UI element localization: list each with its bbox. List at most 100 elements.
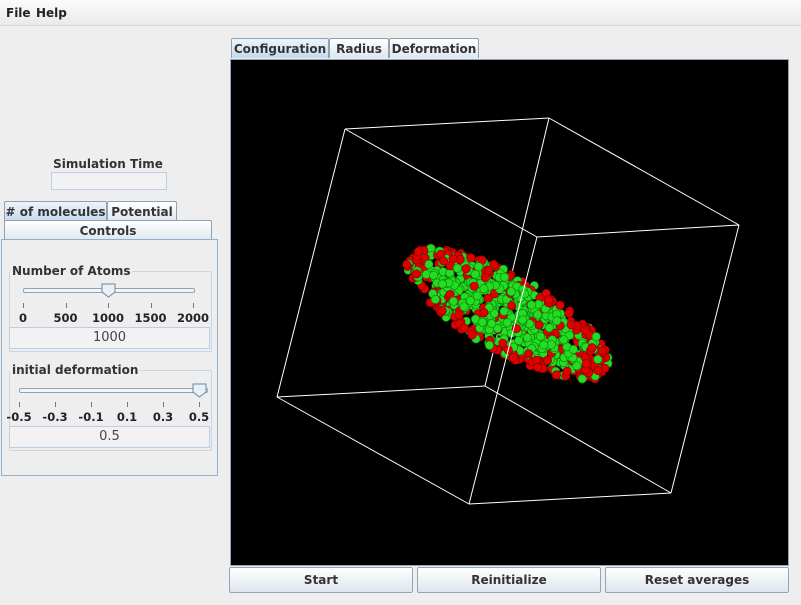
atom-green: [533, 310, 543, 320]
atom-red: [581, 359, 591, 369]
atom-red: [543, 295, 553, 305]
atom-red: [507, 301, 517, 311]
atom-red: [402, 259, 412, 269]
menu-help[interactable]: Help: [36, 6, 67, 20]
slider-tick: [193, 303, 194, 308]
slider-tick-label: 1500: [134, 311, 167, 325]
atom-green: [552, 316, 562, 326]
atom-red: [437, 306, 447, 316]
slider-tick: [199, 402, 200, 407]
atom-red: [454, 310, 464, 320]
atom-red: [469, 281, 479, 291]
tab-radius[interactable]: Radius: [329, 38, 389, 58]
box-edge: [548, 117, 740, 226]
atom-green: [544, 323, 554, 333]
atom-green: [506, 287, 516, 297]
atoms-value-field[interactable]: 1000: [9, 327, 210, 349]
atom-green: [452, 263, 462, 273]
atom-red: [413, 247, 423, 257]
slider-tick-label: 2000: [176, 311, 209, 325]
slider-tick: [65, 303, 67, 308]
atoms-title: Number of Atoms: [10, 264, 133, 278]
slider-tick-label: 0.3: [152, 410, 174, 424]
atom-red: [593, 366, 603, 376]
atom-green: [568, 344, 578, 354]
atom-green: [577, 374, 587, 384]
atom-green: [437, 279, 447, 289]
atom-green: [572, 361, 582, 371]
box-edge: [344, 117, 550, 130]
slider-tick-label: -0.1: [78, 410, 104, 424]
atom-green: [484, 340, 494, 350]
atom-red: [508, 352, 518, 362]
atom-green: [499, 306, 509, 316]
slider-tick-label: 0.5: [188, 410, 210, 424]
atom-green: [522, 333, 532, 343]
atom-green: [474, 262, 484, 272]
atom-red: [480, 273, 490, 283]
slider-tick: [19, 402, 20, 407]
slider-tick: [23, 303, 24, 308]
box-edge: [670, 224, 740, 494]
atom-red: [555, 300, 565, 310]
atom-red: [489, 259, 499, 269]
box-edge: [468, 492, 672, 505]
tab-number-of-molecules[interactable]: # of molecules: [4, 201, 107, 221]
simulation-time-field: [51, 172, 167, 190]
atom-green: [502, 318, 512, 328]
atom-red: [459, 323, 469, 333]
atom-green: [539, 340, 549, 350]
start-button[interactable]: Start: [229, 567, 413, 593]
slider-tick: [127, 402, 128, 407]
slider-tick: [108, 303, 109, 308]
slider-tick-label: 1000: [91, 311, 124, 325]
atom-green: [424, 259, 434, 269]
reinitialize-button[interactable]: Reinitialize: [417, 567, 601, 593]
tab-controls[interactable]: Controls: [4, 220, 212, 240]
atom-cluster: [402, 243, 613, 384]
atoms-slider-thumb[interactable]: [101, 283, 116, 298]
atom-green: [478, 317, 488, 327]
reset-averages-button[interactable]: Reset averages: [605, 567, 789, 593]
slider-tick-label: -0.5: [6, 410, 32, 424]
tab-configuration[interactable]: Configuration: [231, 38, 329, 58]
atom-red: [412, 269, 422, 279]
box-edge: [276, 396, 470, 505]
deformation-value-field[interactable]: 0.5: [9, 426, 210, 448]
slider-tick-label: 0.1: [116, 410, 138, 424]
molecule-scene: [276, 117, 740, 505]
atom-red: [542, 355, 552, 365]
atom-green: [591, 332, 601, 342]
deformation-slider-thumb[interactable]: [192, 383, 207, 398]
atom-green: [514, 335, 524, 345]
atom-green: [500, 272, 510, 282]
slider-tick: [55, 402, 56, 407]
deformation-slider-track[interactable]: [19, 388, 208, 393]
tab-deformation[interactable]: Deformation: [389, 38, 479, 58]
atom-red: [467, 330, 477, 340]
slider-tick-label: 500: [53, 311, 78, 325]
atom-green: [470, 269, 480, 279]
atom-green: [535, 331, 545, 341]
box-edge: [536, 224, 740, 238]
atom-green: [465, 296, 475, 306]
atom-red: [534, 320, 544, 330]
slider-tick: [163, 402, 164, 407]
atom-green: [593, 354, 603, 364]
deformation-title: initial deformation: [10, 363, 141, 377]
atom-green: [459, 302, 469, 312]
box-edge: [276, 128, 346, 398]
atom-red: [524, 349, 534, 359]
slider-tick: [91, 402, 92, 407]
menu-file[interactable]: File: [6, 6, 31, 20]
menu-bar: File Help: [0, 0, 801, 26]
controls-panel: Number of Atoms 0 500 1000 1500 2000 1000 in…: [1, 239, 218, 476]
atom-green: [526, 300, 536, 310]
tab-potential[interactable]: Potential: [107, 201, 177, 221]
box-edge: [484, 385, 672, 494]
atom-red: [483, 293, 493, 303]
simulation-canvas[interactable]: [230, 59, 789, 566]
slider-tick-label: 0: [18, 311, 27, 325]
atom-red: [466, 253, 476, 263]
atom-red: [597, 346, 607, 356]
